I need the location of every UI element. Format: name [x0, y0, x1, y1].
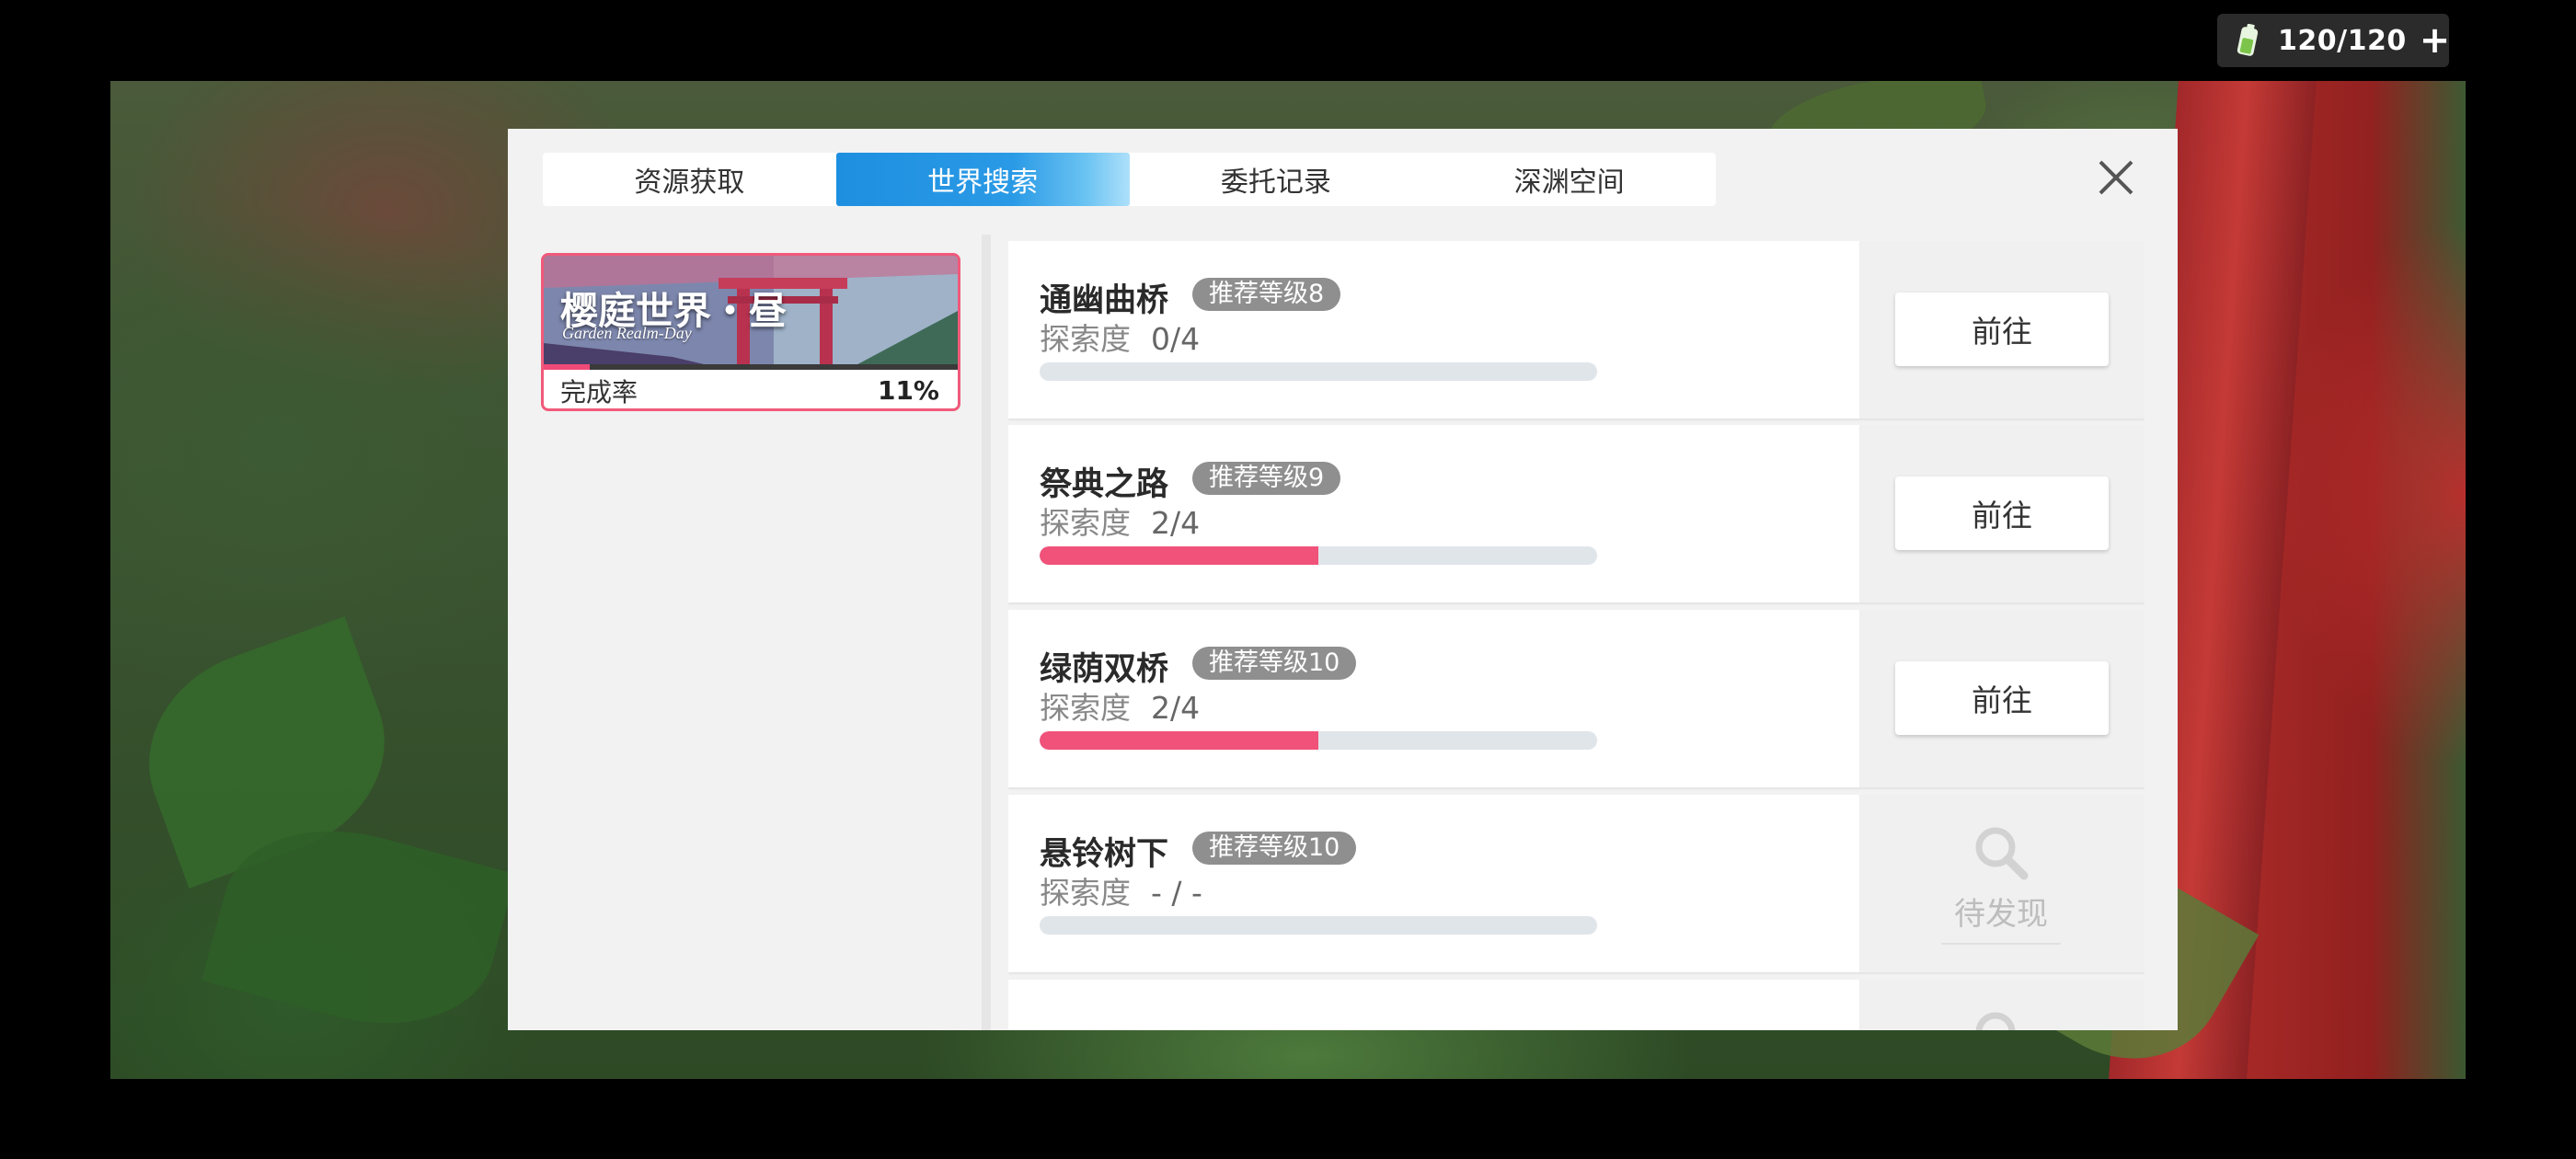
- location-row: 通幽曲桥 推荐等级8 探索度 0/4 前往: [1008, 241, 2145, 419]
- completion-label: 完成率: [560, 376, 638, 407]
- exploration-bar-fill: [1040, 546, 1318, 565]
- region-artwork: 樱庭世界・昼 Garden Realm-Day: [544, 256, 958, 370]
- exploration-value: - / -: [1151, 875, 1202, 911]
- undiscovered-indicator: [1893, 1007, 2109, 1030]
- completion-value: 11%: [877, 375, 939, 406]
- go-button[interactable]: 前往: [1895, 476, 2109, 550]
- battery-icon: [2236, 23, 2260, 57]
- location-row: 绿荫双桥 推荐等级10 探索度 2/4 前往: [1008, 610, 2145, 787]
- stamina-value: 120/120: [2278, 24, 2407, 57]
- recommended-level-badge: 推荐等级8: [1192, 278, 1341, 311]
- location-list[interactable]: 通幽曲桥 推荐等级8 探索度 0/4 前往 祭典之路 推荐等级9 探索度 2/4 前…: [1008, 241, 2145, 1030]
- magnifier-icon: [1975, 1012, 2016, 1030]
- add-stamina-button[interactable]: +: [2420, 22, 2451, 59]
- world-search-panel: 资源获取 世界搜索 委托记录 深渊空间 樱庭世界・昼 Garden Realm-…: [508, 129, 2178, 1030]
- exploration-bar-fill: [1040, 731, 1318, 750]
- tab-abyss-space[interactable]: 深渊空间: [1422, 153, 1716, 206]
- region-footer: 完成率 11%: [544, 370, 958, 408]
- exploration-value: 0/4: [1151, 321, 1201, 357]
- undiscovered-indicator: 待发现: [1893, 822, 2109, 960]
- exploration-label: 探索度: [1040, 690, 1131, 726]
- undiscovered-label: 待发现: [1954, 896, 2048, 933]
- exploration-label: 探索度: [1040, 321, 1131, 357]
- recommended-level-badge: 推荐等级10: [1192, 647, 1357, 680]
- exploration-bar: [1040, 916, 1597, 935]
- stamina-indicator: 120/120 +: [2217, 14, 2451, 67]
- exploration-label: 探索度: [1040, 505, 1131, 541]
- go-button[interactable]: 前往: [1895, 293, 2109, 366]
- column-divider: [982, 235, 991, 1030]
- exploration-progress-text: 探索度 0/4: [1040, 315, 1200, 359]
- recommended-level-badge: 推荐等级10: [1192, 832, 1357, 865]
- tab-bar: 资源获取 世界搜索 委托记录 深渊空间: [543, 153, 1716, 206]
- exploration-bar: [1040, 731, 1597, 750]
- magnifier-icon: [1975, 827, 2029, 880]
- location-row-partial: [1008, 980, 2145, 1030]
- exploration-label: 探索度: [1040, 875, 1131, 911]
- exploration-progress-text: 探索度 2/4: [1040, 499, 1200, 543]
- location-row: 悬铃树下 推荐等级10 探索度 - / - 待发现: [1008, 795, 2145, 972]
- exploration-progress-text: 探索度 2/4: [1040, 683, 1200, 728]
- exploration-progress-text: 探索度 - / -: [1040, 868, 1202, 912]
- tab-commission-records[interactable]: 委托记录: [1130, 153, 1423, 206]
- go-button[interactable]: 前往: [1895, 661, 2109, 735]
- recommended-level-badge: 推荐等级9: [1192, 462, 1341, 495]
- location-row: 祭典之路 推荐等级9 探索度 2/4 前往: [1008, 425, 2145, 602]
- exploration-bar: [1040, 546, 1597, 565]
- region-card[interactable]: 樱庭世界・昼 Garden Realm-Day 完成率 11%: [541, 253, 960, 411]
- exploration-value: 2/4: [1151, 690, 1201, 726]
- undiscovered-underline: [1941, 943, 2061, 945]
- exploration-bar: [1040, 362, 1597, 381]
- exploration-value: 2/4: [1151, 505, 1201, 541]
- tab-world-search[interactable]: 世界搜索: [835, 153, 1130, 206]
- close-icon[interactable]: [2095, 156, 2137, 199]
- tab-resource-acquisition[interactable]: 资源获取: [543, 153, 836, 206]
- region-subtitle: Garden Realm-Day: [562, 324, 692, 342]
